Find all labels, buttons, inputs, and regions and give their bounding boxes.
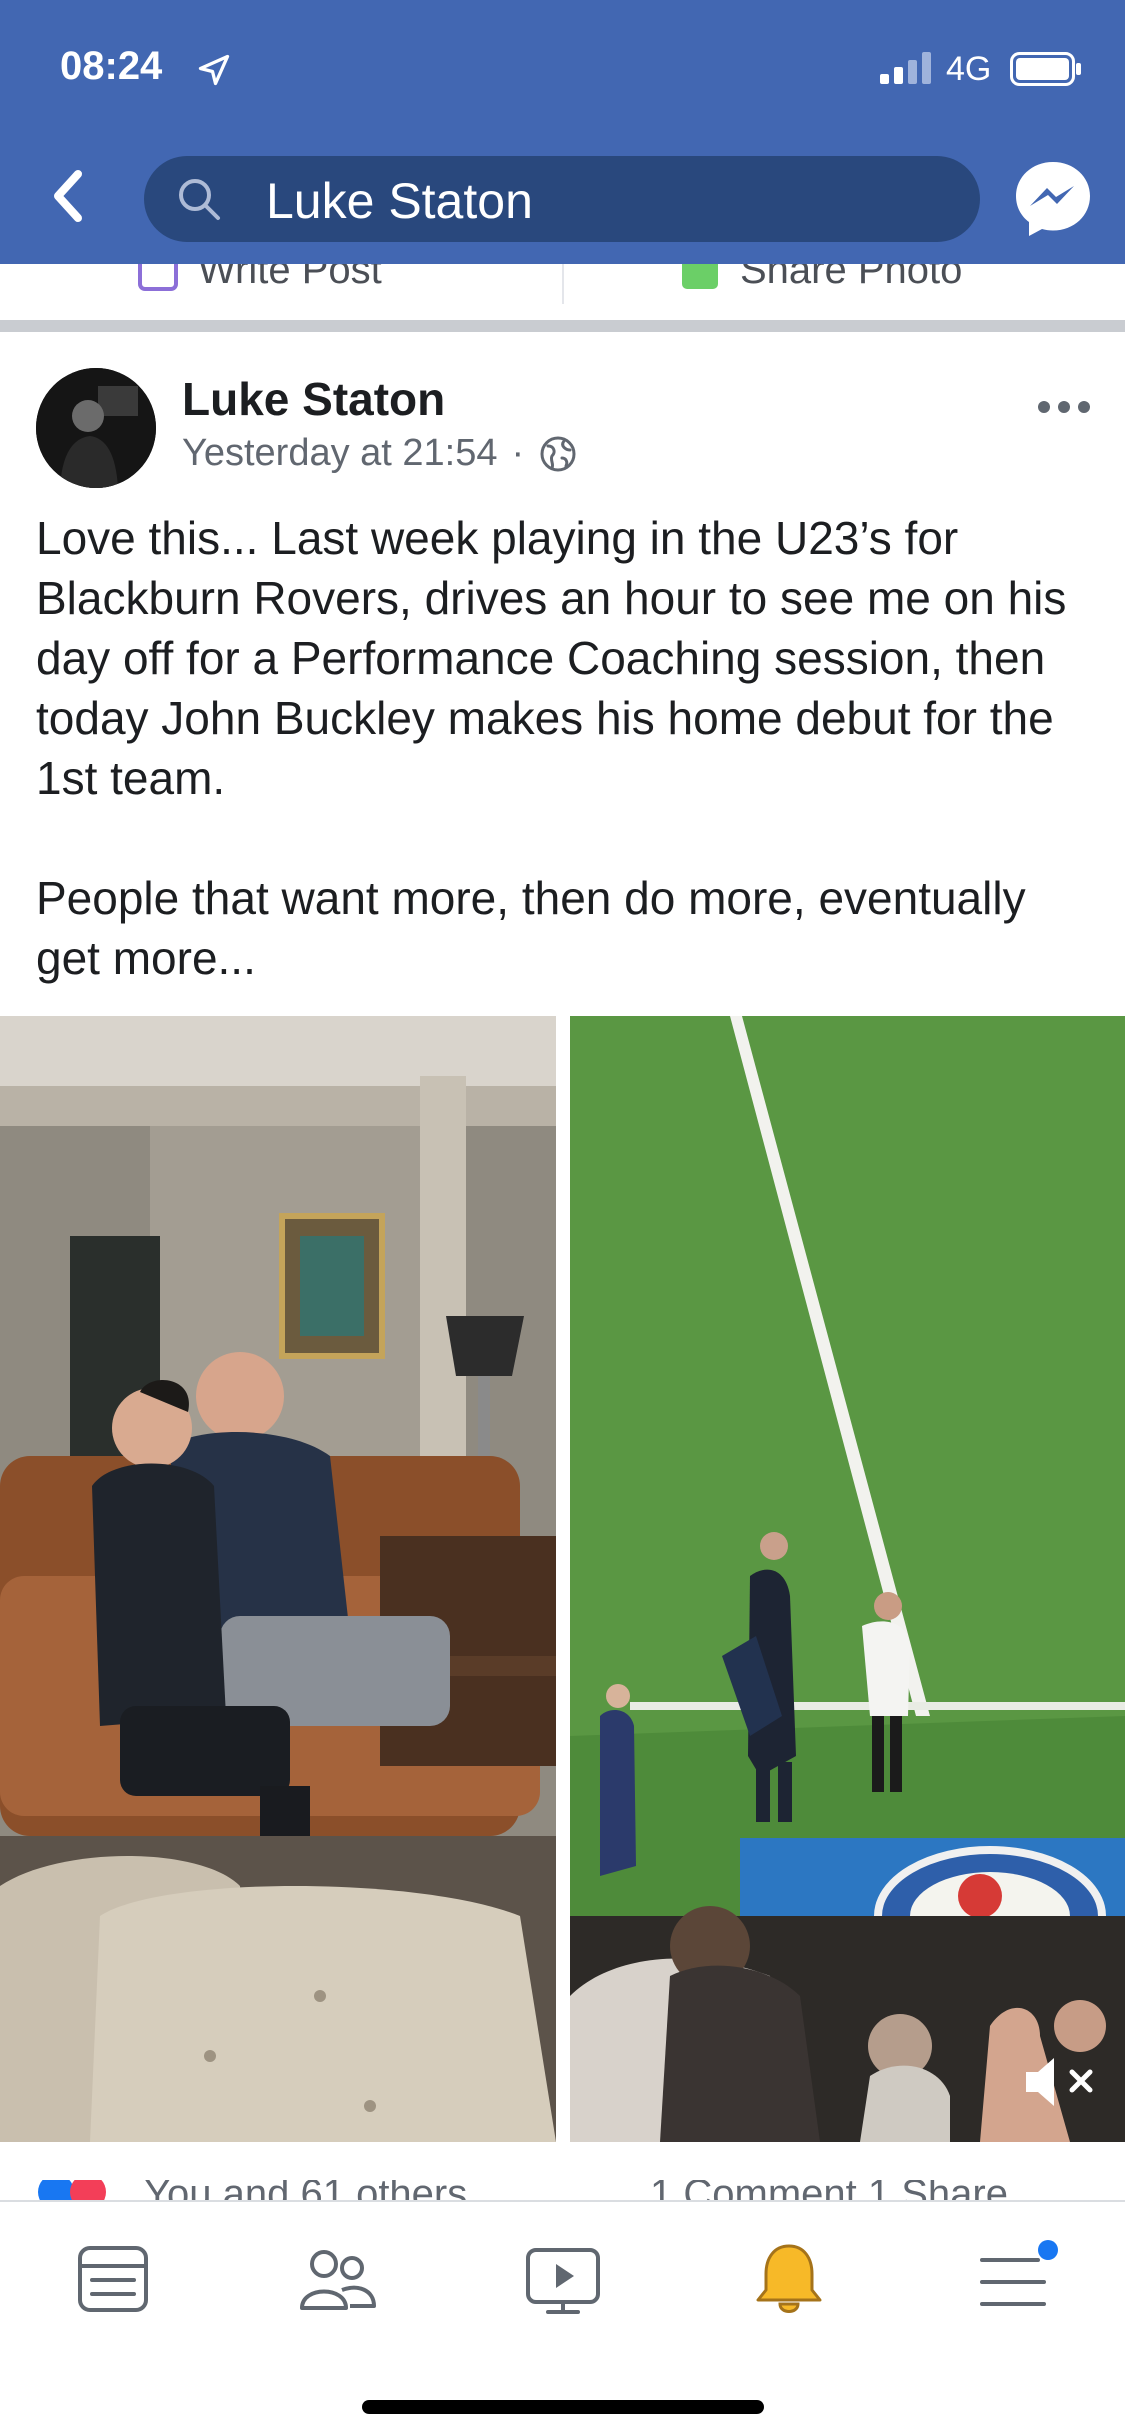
- menu-icon: [980, 2240, 1058, 2306]
- home-indicator: [362, 2400, 764, 2414]
- tab-friends[interactable]: [292, 2234, 382, 2324]
- composer-bar: Write Post Share Photo: [0, 264, 1125, 320]
- sofa-photo-image: [0, 1016, 556, 2142]
- feed-post: Luke Staton Yesterday at 21:54 · Love th…: [0, 332, 1125, 2192]
- reactions-row[interactable]: You and 61 others 1 Comment 1 Share: [0, 2180, 1125, 2200]
- write-post-label: Write Post: [198, 264, 382, 292]
- share-photo-icon: [682, 264, 718, 289]
- share-photo-button[interactable]: Share Photo: [678, 264, 962, 293]
- status-bar: 08:24 4G: [0, 0, 1125, 140]
- reaction-icons: [38, 2180, 106, 2200]
- tab-watch[interactable]: [518, 2234, 608, 2324]
- top-header: 08:24 4G Luke Staton: [0, 0, 1125, 264]
- post-timestamp[interactable]: Yesterday at 21:54: [182, 432, 498, 475]
- pitch-photo-image: [570, 1016, 1125, 2142]
- likes-text[interactable]: You and 61 others: [144, 2180, 467, 2200]
- watch-icon: [526, 2248, 600, 2314]
- meta-separator: ·: [511, 432, 525, 474]
- avatar-image: [36, 368, 156, 488]
- post-photo-sofa[interactable]: [0, 1016, 556, 2142]
- friends-icon: [300, 2250, 376, 2310]
- signal-icon: [880, 52, 931, 84]
- composer-divider: [562, 264, 564, 304]
- location-arrow-icon: [198, 54, 230, 86]
- comments-shares-text[interactable]: 1 Comment 1 Share: [650, 2180, 1008, 2200]
- network-type: 4G: [946, 50, 992, 88]
- back-icon[interactable]: [40, 160, 100, 232]
- write-post-icon: [138, 264, 178, 291]
- search-icon: [179, 179, 220, 220]
- post-paragraph: Love this... Last week playing in the U2…: [36, 512, 1067, 804]
- post-photo-pitch[interactable]: [570, 1016, 1125, 2142]
- globe-icon: [540, 436, 576, 471]
- mute-icon[interactable]: [1020, 2050, 1100, 2114]
- messenger-icon[interactable]: [1012, 158, 1094, 240]
- avatar[interactable]: [36, 368, 156, 488]
- share-photo-label: Share Photo: [740, 264, 963, 292]
- more-options-icon[interactable]: [1036, 392, 1092, 422]
- post-paragraph: People that want more, then do more, eve…: [36, 872, 1026, 984]
- tab-menu[interactable]: [968, 2234, 1058, 2324]
- tab-notifications[interactable]: [744, 2234, 834, 2324]
- news-feed-icon: [78, 2246, 148, 2312]
- battery-icon: [1010, 52, 1081, 86]
- search-query[interactable]: Luke Staton: [266, 172, 533, 230]
- tab-news-feed[interactable]: [68, 2234, 158, 2324]
- post-body: Love this... Last week playing in the U2…: [36, 508, 1096, 1048]
- menu-badge: [1038, 2240, 1058, 2260]
- write-post-button[interactable]: Write Post: [136, 264, 382, 293]
- status-time: 08:24: [60, 44, 163, 88]
- post-author[interactable]: Luke Staton: [182, 372, 445, 426]
- notifications-icon: [756, 2244, 822, 2313]
- search-bar[interactable]: Luke Staton: [144, 156, 980, 242]
- feed-separator: [0, 320, 1125, 332]
- post-meta: Yesterday at 21:54 ·: [182, 432, 578, 475]
